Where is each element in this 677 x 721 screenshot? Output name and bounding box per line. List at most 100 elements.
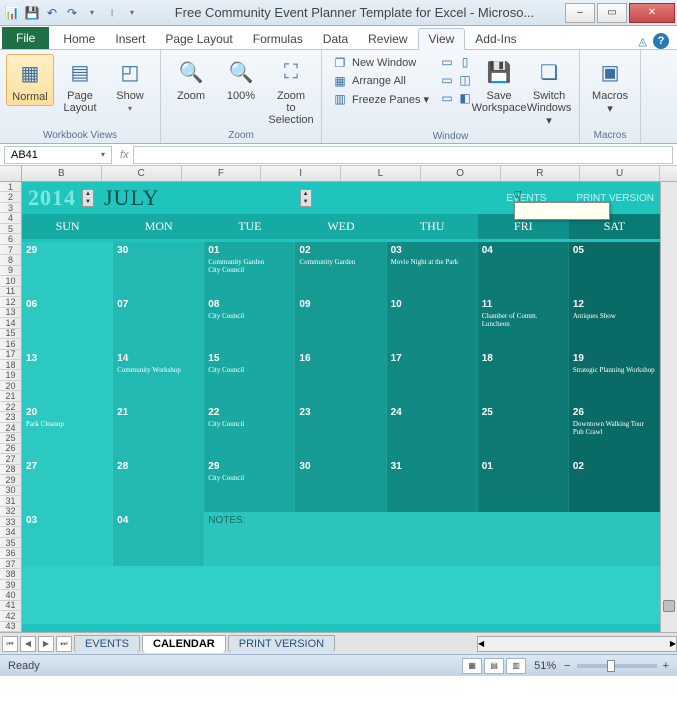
calendar-day[interactable]: 23 bbox=[295, 404, 386, 458]
vertical-scrollbar[interactable] bbox=[660, 182, 677, 632]
name-box[interactable]: AB41▾ bbox=[4, 146, 112, 164]
row-header[interactable]: 30 bbox=[0, 486, 21, 496]
select-all-corner[interactable] bbox=[0, 166, 22, 181]
formula-input[interactable] bbox=[133, 146, 673, 164]
calendar-day[interactable]: 25 bbox=[478, 404, 569, 458]
tab-page-layout[interactable]: Page Layout bbox=[155, 29, 242, 49]
calendar-day[interactable]: 13 bbox=[22, 350, 113, 404]
calendar-day[interactable]: 17 bbox=[387, 350, 478, 404]
row-header[interactable]: 35 bbox=[0, 538, 21, 548]
zoom-out-button[interactable]: − bbox=[564, 660, 570, 672]
window-option-icon[interactable]: ▭ bbox=[439, 72, 455, 88]
minimize-ribbon-icon[interactable]: ◬ bbox=[639, 35, 647, 48]
row-header[interactable]: 15 bbox=[0, 329, 21, 339]
tab-view[interactable]: View bbox=[418, 28, 466, 50]
ribbon-arrange-all[interactable]: ▦Arrange All bbox=[328, 72, 433, 90]
tab-data[interactable]: Data bbox=[313, 29, 358, 49]
row-header[interactable]: 21 bbox=[0, 391, 21, 401]
window-option-icon[interactable]: ▭ bbox=[439, 54, 455, 70]
row-header[interactable]: 33 bbox=[0, 517, 21, 527]
row-header[interactable]: 8 bbox=[0, 255, 21, 265]
ribbon-zoom-to-selection[interactable]: ⛶Zoomto Selection bbox=[267, 54, 315, 128]
tab-home[interactable]: Home bbox=[53, 29, 105, 49]
ribbon-freeze-panes-[interactable]: ▥Freeze Panes ▾ bbox=[328, 90, 433, 108]
calendar-day[interactable]: 20Park Cleanup bbox=[22, 404, 113, 458]
calendar-day[interactable]: 22City Council bbox=[204, 404, 295, 458]
row-header[interactable]: 26 bbox=[0, 444, 21, 454]
row-header[interactable]: 5 bbox=[0, 224, 21, 234]
row-header[interactable]: 42 bbox=[0, 611, 21, 621]
calendar-day[interactable]: 15City Council bbox=[204, 350, 295, 404]
window-option-icon[interactable]: ◫ bbox=[457, 72, 473, 88]
qat-dropdown[interactable]: ▾ bbox=[84, 5, 100, 21]
calendar-day[interactable]: 28 bbox=[113, 458, 204, 512]
calendar-day[interactable]: 02Community Garden bbox=[295, 242, 386, 296]
calendar-day[interactable]: 18 bbox=[478, 350, 569, 404]
row-header[interactable]: 37 bbox=[0, 559, 21, 569]
calendar-day[interactable]: 03 bbox=[22, 512, 113, 566]
qat-customize[interactable]: ▾ bbox=[124, 5, 140, 21]
row-header[interactable]: 18 bbox=[0, 360, 21, 370]
column-header[interactable]: I bbox=[261, 166, 341, 181]
tab-insert[interactable]: Insert bbox=[105, 29, 155, 49]
zoom-slider[interactable] bbox=[577, 664, 657, 668]
row-header[interactable]: 11 bbox=[0, 287, 21, 297]
row-header[interactable]: 27 bbox=[0, 454, 21, 464]
row-header[interactable]: 12 bbox=[0, 297, 21, 307]
notes-cell[interactable]: NOTES: bbox=[204, 512, 660, 566]
normal-view-button[interactable]: ▦ bbox=[462, 658, 482, 674]
maximize-button[interactable]: ▭ bbox=[597, 3, 627, 23]
ribbon-zoom[interactable]: 🔍Zoom bbox=[167, 54, 215, 104]
row-header[interactable]: 40 bbox=[0, 590, 21, 600]
zoom-in-button[interactable]: + bbox=[663, 660, 669, 672]
row-header[interactable]: 4 bbox=[0, 213, 21, 223]
row-header[interactable]: 22 bbox=[0, 402, 21, 412]
undo-icon[interactable]: ↶ bbox=[44, 5, 60, 21]
ribbon-macros-[interactable]: ▣Macros▾ bbox=[586, 54, 634, 117]
fx-label[interactable]: fx bbox=[120, 149, 129, 161]
row-header[interactable]: 9 bbox=[0, 266, 21, 276]
row-header[interactable]: 14 bbox=[0, 318, 21, 328]
ribbon-save-workspace[interactable]: 💾SaveWorkspace bbox=[475, 54, 523, 116]
row-header[interactable]: 38 bbox=[0, 569, 21, 579]
row-header[interactable]: 6 bbox=[0, 234, 21, 244]
row-header[interactable]: 19 bbox=[0, 370, 21, 380]
window-option-icon[interactable]: ▯ bbox=[457, 54, 473, 70]
ribbon-100-[interactable]: 🔍100% bbox=[217, 54, 265, 104]
calendar-day[interactable]: 06 bbox=[22, 296, 113, 350]
row-header[interactable]: 34 bbox=[0, 527, 21, 537]
calendar-day[interactable]: 07 bbox=[113, 296, 204, 350]
row-header[interactable]: 16 bbox=[0, 339, 21, 349]
calendar-day[interactable]: 27 bbox=[22, 458, 113, 512]
calendar-day[interactable]: 29City Council bbox=[204, 458, 295, 512]
row-header[interactable]: 20 bbox=[0, 381, 21, 391]
calendar-day[interactable]: 01Community GardenCity Council bbox=[204, 242, 295, 296]
row-header[interactable]: 36 bbox=[0, 548, 21, 558]
page-layout-view-button[interactable]: ▤ bbox=[484, 658, 504, 674]
sheet-tab-events[interactable]: EVENTS bbox=[74, 635, 140, 653]
calendar-day[interactable]: 02 bbox=[569, 458, 660, 512]
row-header[interactable]: 10 bbox=[0, 276, 21, 286]
row-header[interactable]: 28 bbox=[0, 465, 21, 475]
close-button[interactable]: ✕ bbox=[629, 3, 675, 23]
calendar-day[interactable]: 30 bbox=[113, 242, 204, 296]
row-header[interactable]: 25 bbox=[0, 433, 21, 443]
row-header[interactable]: 23 bbox=[0, 412, 21, 422]
calendar-day[interactable]: 12Antiques Show bbox=[569, 296, 660, 350]
row-header[interactable]: 2 bbox=[0, 192, 21, 202]
row-header[interactable]: 31 bbox=[0, 496, 21, 506]
tab-nav-next[interactable]: ▶ bbox=[38, 636, 54, 652]
tab-formulas[interactable]: Formulas bbox=[243, 29, 313, 49]
calendar-day[interactable]: 16 bbox=[295, 350, 386, 404]
zoom-level[interactable]: 51% bbox=[534, 660, 556, 672]
calendar-day[interactable]: 26Downtown Walking TourPub Crawl bbox=[569, 404, 660, 458]
calendar-day[interactable]: 19Strategic Planning Workshop bbox=[569, 350, 660, 404]
tab-nav-prev[interactable]: ◀ bbox=[20, 636, 36, 652]
calendar-day[interactable]: 08City Council bbox=[204, 296, 295, 350]
worksheet[interactable]: 2014 ▲▼ JULY ▲▼ EVENTS PRINT VERSION ☟ G… bbox=[22, 182, 660, 632]
sheet-tab-calendar[interactable]: CALENDAR bbox=[142, 635, 226, 653]
ribbon-switch-windows-[interactable]: ❏SwitchWindows ▾ bbox=[525, 54, 573, 129]
row-header[interactable]: 7 bbox=[0, 245, 21, 255]
save-icon[interactable]: 💾 bbox=[24, 5, 40, 21]
row-header[interactable]: 43 bbox=[0, 622, 21, 632]
